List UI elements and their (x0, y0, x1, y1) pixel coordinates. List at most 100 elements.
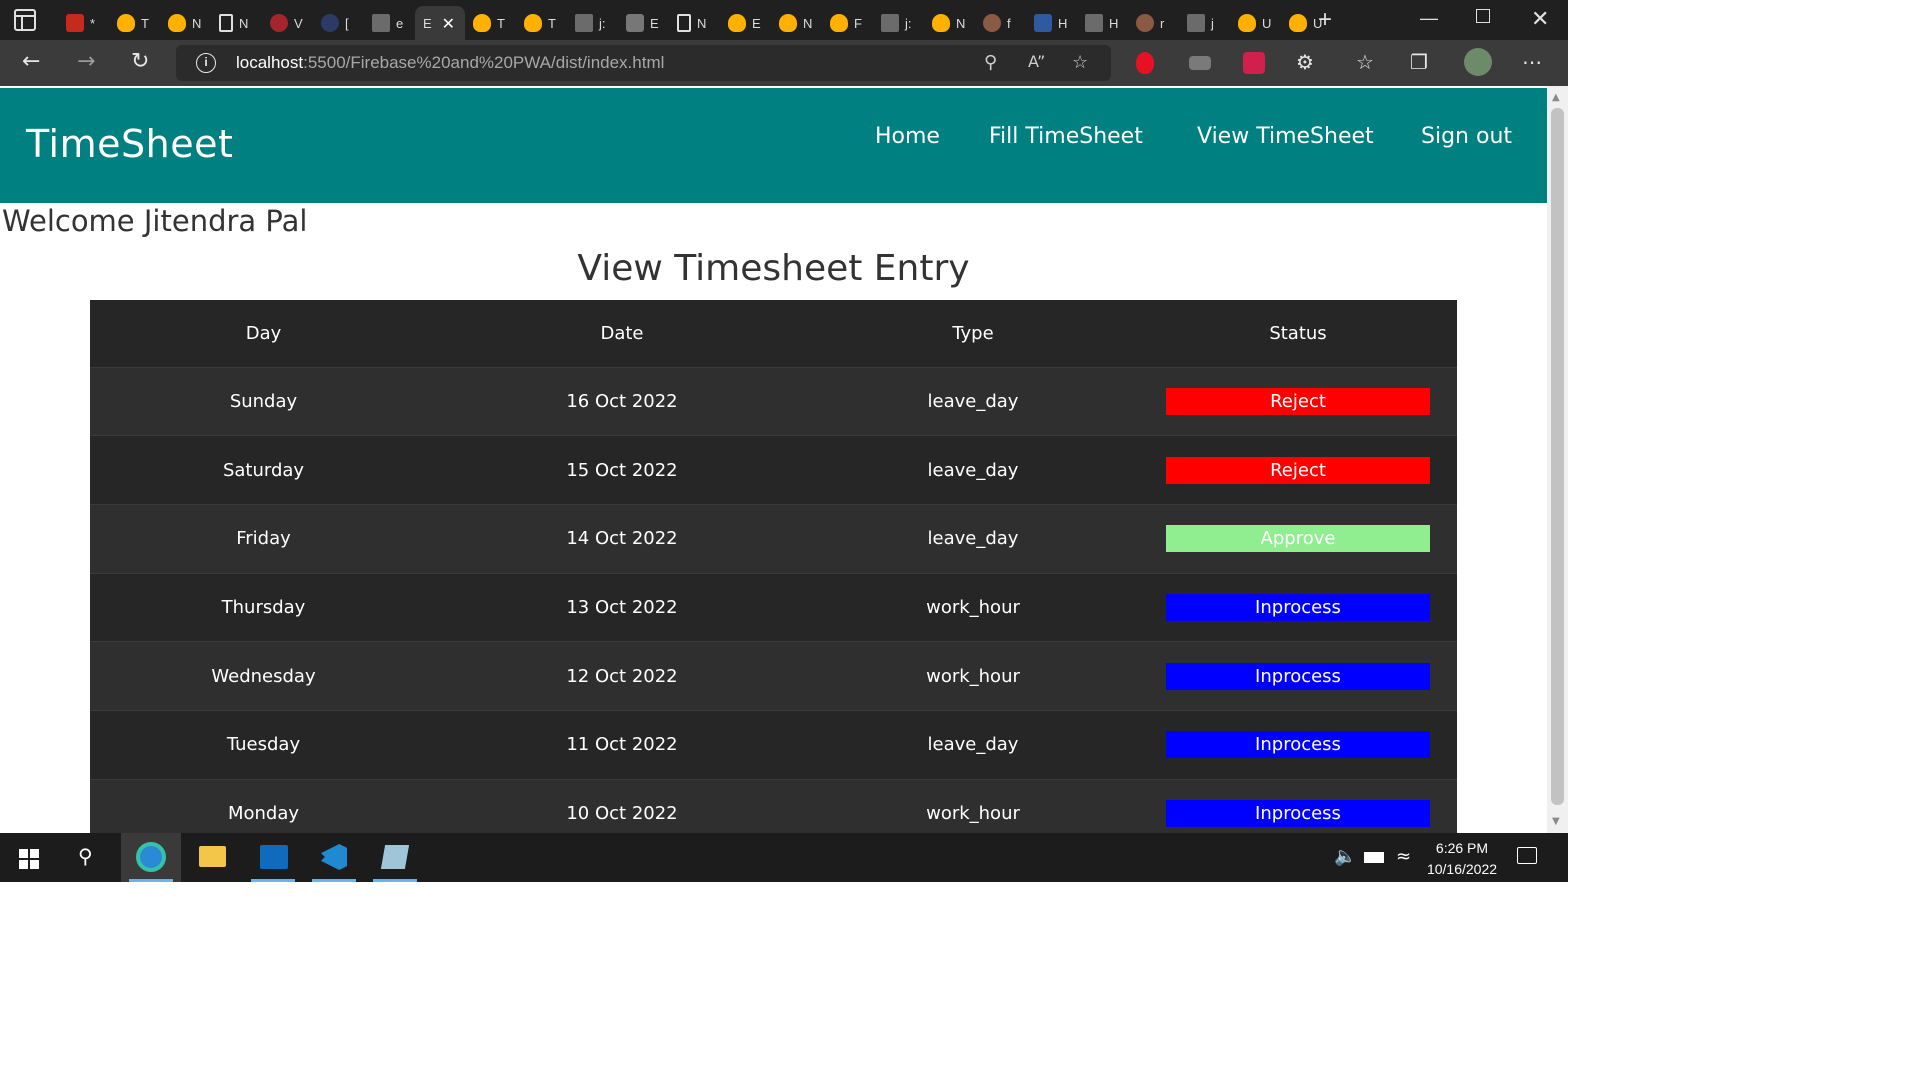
table-row: Wednesday 12 Oct 2022 work_hour Inprocess (90, 641, 1457, 711)
browser-tab[interactable]: H (1026, 6, 1077, 40)
address-bar[interactable]: i localhost:5500/Firebase%20and%20PWA/di… (176, 45, 1111, 81)
browser-tab-active[interactable]: E ✕ (415, 6, 465, 40)
tab-title: j: (599, 15, 606, 31)
chart-extension-icon[interactable] (1189, 56, 1211, 70)
cell-status: Inprocess (1139, 573, 1457, 643)
taskbar-notepad-app[interactable] (365, 833, 425, 882)
cell-type: work_hour (807, 573, 1139, 643)
close-tab-icon[interactable]: ✕ (442, 14, 455, 34)
browser-tab[interactable]: e (364, 6, 415, 40)
tab-title: F (854, 15, 862, 31)
tab-title: N (192, 15, 202, 31)
browser-tab[interactable]: V (262, 6, 313, 40)
back-button[interactable]: ← (22, 50, 40, 74)
browser-tab[interactable]: f (975, 6, 1026, 40)
running-app-indicator (312, 879, 356, 882)
cell-day: Saturday (90, 435, 437, 505)
browser-tab[interactable]: N (211, 6, 262, 40)
taskbar-file-explorer-app[interactable] (182, 833, 242, 882)
system-clock[interactable]: 6:26 PM 10/16/2022 (1418, 838, 1506, 880)
key-icon[interactable]: ⚲ (984, 52, 997, 73)
nav-home-link[interactable]: Home (875, 124, 940, 149)
tab-title: j: (905, 15, 912, 31)
table-row: Sunday 16 Oct 2022 leave_day Reject (90, 367, 1457, 437)
browser-tab[interactable]: j: (873, 6, 924, 40)
shield-extension-icon[interactable] (1136, 52, 1154, 74)
scroll-down-arrow-icon[interactable]: ▼ (1552, 816, 1560, 827)
add-favorite-icon[interactable]: ☆ (1072, 52, 1088, 73)
nav-sign-out-link[interactable]: Sign out (1421, 124, 1512, 149)
page-scrollbar[interactable]: ▲ ▼ (1547, 86, 1568, 833)
browser-tab[interactable]: N (669, 6, 720, 40)
cell-date: 15 Oct 2022 (437, 435, 807, 505)
url-text[interactable]: localhost:5500/Firebase%20and%20PWA/dist… (236, 53, 664, 73)
browser-tab[interactable]: [ (313, 6, 364, 40)
restore-button[interactable] (1476, 9, 1490, 23)
cell-status: Reject (1139, 435, 1457, 505)
search-icon[interactable]: ⚲ (78, 844, 93, 868)
refresh-button[interactable]: ↻ (131, 50, 149, 74)
tab-title: U (1262, 15, 1272, 31)
browser-tab[interactable]: N (924, 6, 975, 40)
firebase-icon (117, 14, 135, 32)
tab-actions-menu-icon[interactable] (14, 9, 36, 31)
scroll-up-arrow-icon[interactable]: ▲ (1552, 92, 1560, 103)
volume-icon[interactable]: 🔈 (1334, 846, 1356, 867)
running-app-indicator (251, 879, 295, 882)
notifications-icon[interactable] (1517, 847, 1537, 864)
browser-tab[interactable]: N (160, 6, 211, 40)
scrollbar-thumb[interactable] (1551, 108, 1564, 805)
browser-tab[interactable]: F (822, 6, 873, 40)
nav-fill-timesheet-link[interactable]: Fill TimeSheet (989, 124, 1143, 149)
read-aloud-icon[interactable]: A” (1028, 52, 1045, 71)
browser-tab[interactable]: * (58, 6, 109, 40)
wifi-icon[interactable]: ≈ (1396, 846, 1411, 867)
browser-tab[interactable]: E (720, 6, 771, 40)
cell-day: Thursday (90, 573, 437, 643)
new-tab-button[interactable]: + (1318, 6, 1332, 34)
browser-tab[interactable]: j (1179, 6, 1230, 40)
nav-view-timesheet-link[interactable]: View TimeSheet (1197, 124, 1374, 149)
stackoverflow-icon (575, 14, 593, 32)
browser-tab[interactable]: E (618, 6, 669, 40)
battery-icon[interactable] (1364, 852, 1384, 863)
firebase-icon (473, 14, 491, 32)
browser-tab[interactable]: U (1230, 6, 1281, 40)
browser-tab[interactable]: T (516, 6, 567, 40)
firebase-icon (830, 14, 848, 32)
browser-tab[interactable]: r (1128, 6, 1179, 40)
browser-tab[interactable]: T (465, 6, 516, 40)
pdf-icon (66, 14, 84, 32)
profile-avatar[interactable] (1464, 48, 1492, 76)
browser-tab[interactable]: N (771, 6, 822, 40)
collections-icon[interactable]: ❐ (1410, 50, 1428, 74)
firebase-icon (728, 14, 746, 32)
start-button[interactable] (19, 849, 39, 869)
status-badge: Inprocess (1166, 799, 1430, 827)
firebase-icon (779, 14, 797, 32)
app-brand[interactable]: TimeSheet (26, 122, 233, 166)
cell-type: leave_day (807, 435, 1139, 505)
more-menu-icon[interactable]: ⋯ (1522, 50, 1542, 74)
taskbar-edge-app[interactable] (121, 833, 181, 882)
cell-status: Inprocess (1139, 710, 1457, 780)
forward-button[interactable]: → (77, 50, 95, 74)
tab-title: H (1109, 15, 1119, 31)
taskbar-vscode-app[interactable] (304, 833, 364, 882)
cell-type: leave_day (807, 367, 1139, 437)
page-viewport: TimeSheet Home Fill TimeSheet View TimeS… (0, 86, 1547, 833)
browser-tab[interactable]: H (1077, 6, 1128, 40)
table-row: Thursday 13 Oct 2022 work_hour Inprocess (90, 573, 1457, 643)
minimize-button[interactable]: — (1420, 8, 1438, 29)
extensions-icon[interactable]: ⚙ (1296, 50, 1314, 74)
z-extension-icon[interactable] (1243, 52, 1265, 74)
browser-tab[interactable]: j: (567, 6, 618, 40)
taskbar-outlook-app[interactable] (243, 833, 303, 882)
stackoverflow-icon (372, 14, 390, 32)
browser-tab[interactable]: T (109, 6, 160, 40)
favorites-icon[interactable]: ☆ (1356, 50, 1374, 74)
close-window-button[interactable]: ✕ (1531, 6, 1549, 32)
tab-title: T (548, 15, 556, 31)
site-info-icon[interactable]: i (196, 53, 216, 73)
status-badge: Inprocess (1166, 731, 1430, 759)
